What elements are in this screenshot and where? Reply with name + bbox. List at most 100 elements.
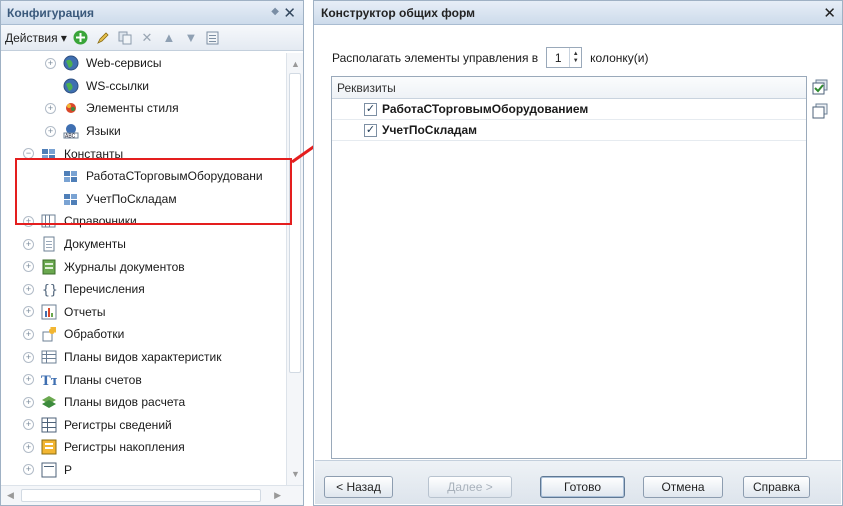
tree-horizontal-scrollbar[interactable]: ◀ ▶: [1, 485, 303, 505]
tree-item[interactable]: + Обработки: [1, 323, 287, 346]
scroll-down-icon[interactable]: ▼: [291, 469, 300, 479]
tree-item-label: Перечисления: [64, 282, 145, 297]
tree-item[interactable]: + Планы видов расчета: [1, 391, 287, 414]
attribute-row[interactable]: ✓ РаботаСТорговымОборудованием: [332, 99, 806, 120]
chart-of-accounts-icon: Tт: [41, 372, 59, 389]
expand-icon[interactable]: +: [23, 306, 34, 318]
svg-text:Tт: Tт: [41, 374, 57, 388]
scroll-left-icon[interactable]: ◀: [7, 490, 14, 501]
tree-item[interactable]: + Журналы документов: [1, 255, 287, 278]
tree-item[interactable]: + Документы: [1, 233, 287, 256]
configuration-title: Конфигурация: [7, 5, 95, 20]
tree-item[interactable]: + ABC Языки: [1, 120, 287, 143]
style-icon: [63, 100, 79, 116]
enum-icon: {}: [41, 281, 58, 298]
document-icon: [41, 236, 57, 252]
tree-item[interactable]: + Отчеты: [1, 301, 287, 324]
expand-icon[interactable]: +: [23, 441, 34, 453]
expand-icon[interactable]: +: [23, 351, 34, 363]
tree-item-label: Обработки: [64, 327, 125, 342]
columns-spinner[interactable]: 1 ▲ ▼: [546, 47, 583, 68]
tree-item[interactable]: + Tт Планы счетов: [1, 368, 287, 391]
tree-item-label: Регистры сведений: [64, 417, 172, 432]
attribute-label: РаботаСТорговымОборудованием: [382, 102, 589, 116]
edit-icon[interactable]: [95, 30, 111, 46]
list-header-label: Реквизиты: [337, 80, 396, 95]
dataprocessor-icon: [41, 326, 57, 342]
expand-icon[interactable]: +: [23, 238, 34, 250]
svg-text:{}: {}: [42, 283, 57, 297]
list-icon[interactable]: [205, 30, 221, 46]
attribute-row[interactable]: ✓ УчетПоСкладам: [332, 120, 806, 141]
metadata-tree[interactable]: + Web-сервисы WS-ссылки + Элементы стиля + ABC…: [1, 53, 287, 485]
report-icon: [41, 304, 57, 320]
tree-item[interactable]: + Элементы стиля: [1, 97, 287, 120]
close-icon[interactable]: ✕: [283, 4, 296, 22]
common-form-wizard-dialog: Конструктор общих форм ✕ Располагать эле…: [313, 0, 843, 506]
journal-icon: [41, 259, 57, 275]
help-button[interactable]: Справка: [743, 476, 810, 498]
copy-icon[interactable]: [117, 30, 133, 46]
tree-item-label: Планы видов расчета: [64, 395, 186, 410]
expand-icon[interactable]: +: [23, 464, 34, 476]
globe-icon: [63, 78, 79, 94]
chart-types-icon: [41, 349, 57, 365]
spinner-arrows-icon[interactable]: ▲ ▼: [569, 48, 581, 67]
tree-item[interactable]: WS-ссылки: [1, 75, 287, 98]
configuration-panel: Конфигурация ◆ ✕ Действия ▾ ✕ ▲ ▼ + Web-с…: [0, 0, 304, 506]
actions-menu-label: Действия: [5, 30, 58, 45]
add-icon[interactable]: [73, 30, 89, 46]
actions-menu[interactable]: Действия ▾: [5, 31, 67, 45]
tree-item-label: Планы видов характеристик: [64, 350, 222, 365]
delete-icon[interactable]: ✕: [139, 30, 155, 46]
next-button[interactable]: Далее >: [428, 476, 512, 498]
dialog-title: Конструктор общих форм: [321, 5, 475, 20]
tree-item[interactable]: + Регистры сведений: [1, 414, 287, 437]
columns-value[interactable]: 1: [547, 51, 569, 65]
expand-icon[interactable]: +: [23, 261, 34, 273]
pin-icon[interactable]: ◆: [271, 6, 279, 17]
tree-item[interactable]: + Р: [1, 459, 287, 482]
move-up-icon[interactable]: ▲: [161, 30, 177, 46]
expand-icon[interactable]: +: [23, 396, 34, 408]
columns-option-row: Располагать элементы управления в 1 ▲ ▼ к…: [332, 47, 648, 68]
tree-item[interactable]: + Web-сервисы: [1, 53, 287, 75]
tree-item[interactable]: + Регистры накопления: [1, 436, 287, 459]
dialog-close-icon[interactable]: ✕: [823, 4, 836, 22]
expand-icon[interactable]: +: [23, 374, 34, 386]
cancel-button[interactable]: Отмена: [643, 476, 723, 498]
back-button[interactable]: < Назад: [324, 476, 393, 498]
tree-item-label: Web-сервисы: [86, 56, 162, 71]
expand-icon[interactable]: +: [23, 419, 34, 431]
done-button[interactable]: Готово: [540, 476, 625, 498]
svg-text:ABC: ABC: [65, 134, 76, 140]
tree-item[interactable]: + {} Перечисления: [1, 278, 287, 301]
attributes-list-header: Реквизиты: [332, 77, 806, 99]
dialog-footer: < Назад Далее > Готово Отмена Справка: [315, 460, 841, 504]
expand-icon[interactable]: +: [45, 125, 56, 137]
tree-vertical-scrollbar[interactable]: ▲ ▼: [286, 53, 303, 485]
scroll-right-icon[interactable]: ▶: [274, 490, 281, 501]
accum-register-icon: [41, 439, 57, 455]
attribute-checkbox[interactable]: ✓: [364, 102, 377, 116]
expand-icon[interactable]: +: [23, 328, 34, 340]
configuration-title-bar: Конфигурация ◆ ✕: [1, 1, 303, 25]
list-side-toolbar: [812, 79, 828, 127]
expand-icon[interactable]: +: [45, 102, 56, 114]
attributes-list[interactable]: Реквизиты ✓ РаботаСТорговымОборудованием ✓…: [331, 76, 807, 459]
expand-icon[interactable]: +: [23, 283, 34, 295]
globe-icon: [63, 55, 79, 71]
info-register-icon: [41, 417, 57, 433]
uncheck-all-icon[interactable]: [812, 103, 828, 119]
tree-item[interactable]: + Планы видов характеристик: [1, 346, 287, 369]
attribute-checkbox[interactable]: ✓: [364, 123, 377, 137]
tree-item-label: Документы: [64, 237, 126, 252]
scroll-up-icon[interactable]: ▲: [291, 59, 300, 69]
hscroll-thumb[interactable]: [21, 489, 261, 502]
check-all-icon[interactable]: [812, 79, 828, 95]
expand-icon[interactable]: +: [45, 57, 56, 69]
move-down-icon[interactable]: ▼: [183, 30, 199, 46]
columns-option-prefix: Располагать элементы управления в: [332, 50, 539, 65]
configuration-toolbar: Действия ▾ ✕ ▲ ▼: [1, 25, 303, 51]
tree-item-label: Журналы документов: [64, 259, 185, 274]
